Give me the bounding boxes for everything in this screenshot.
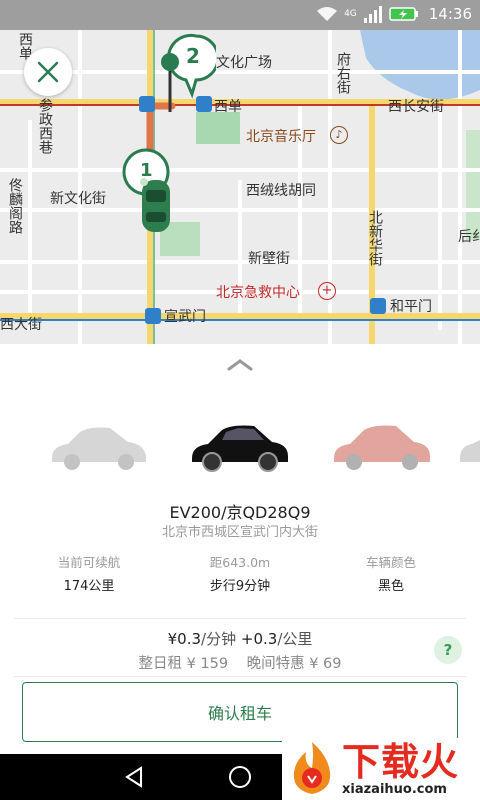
chevron-up-icon[interactable]: [226, 358, 254, 372]
stat-distance-label: 距643.0m: [209, 555, 271, 570]
nav-home-button[interactable]: [220, 762, 260, 792]
wifi-icon: [317, 7, 338, 21]
home-circle-icon: [229, 766, 251, 788]
battery-icon: [389, 7, 418, 21]
map-view[interactable]: 西单 文化广场 府右街 参政西巷 西单 西长安街 北京音乐厅 新文化街 西绒线胡…: [0, 30, 480, 344]
car-pin-icon[interactable]: [120, 142, 190, 242]
map-label-can-zheng: 参政西巷: [37, 98, 53, 154]
map-label-bei-xin-hua: 北新华街: [367, 210, 383, 266]
signal-icon: [363, 6, 382, 23]
plus-sign: +: [240, 630, 254, 648]
help-button[interactable]: ?: [434, 636, 462, 664]
watermark-text: 下载火: [342, 740, 460, 784]
car-carousel[interactable]: [0, 422, 480, 482]
map-label-xi-chang-an: 西长安街: [388, 99, 444, 115]
map-label-concert-hall: 北京音乐厅: [246, 129, 316, 145]
map-label-tong-lin-ge: 佟麟阁路: [7, 178, 23, 234]
stat-distance-value: 步行9分钟: [209, 579, 271, 594]
divider-bottom: [14, 676, 466, 677]
map-label-hou: 后纟: [458, 229, 480, 245]
nav-back-button[interactable]: [114, 762, 154, 792]
car-thumbnail-next[interactable]: [330, 422, 434, 474]
night-price: ¥ 69: [309, 656, 342, 672]
car-thumbnail-edge[interactable]: [456, 422, 480, 474]
map-label-xin-bi-jie: 新壁街: [248, 251, 290, 267]
map-label-xuan-wu-men: 宣武门: [164, 309, 206, 325]
night-label: 晚间特惠: [246, 656, 305, 672]
price-packages: 整日租 ¥ 159 晚间特惠 ¥ 69: [0, 652, 480, 673]
stat-range-value: 174公里: [63, 579, 115, 594]
map-label-xi-dan: 西单: [214, 99, 242, 115]
price-per-use: ¥0.3/分钟 +0.3/公里: [0, 628, 480, 649]
car-thumbnail-current[interactable]: [188, 422, 292, 474]
unit-km: /公里: [277, 630, 313, 648]
stat-color-label: 车辆颜色: [365, 555, 416, 570]
confirm-rent-button[interactable]: 确认租车: [22, 682, 458, 742]
car-pin-number: 1: [140, 160, 153, 181]
music-icon: ♪: [330, 126, 348, 144]
destination-pin-icon[interactable]: [152, 32, 216, 112]
map-label-culture-square: 文化广场: [216, 55, 272, 71]
network-type: 4G: [344, 9, 357, 19]
day-rent-label: 整日租: [138, 656, 183, 672]
unit-minute: /分钟: [201, 630, 237, 648]
map-label-emergency-center: 北京急救中心: [216, 285, 300, 301]
destination-pin-number: 2: [186, 44, 200, 68]
car-address: 北京市西城区宣武门内大街: [161, 525, 318, 540]
price-per-minute: ¥0.3: [167, 630, 202, 648]
close-button[interactable]: [24, 48, 72, 96]
map-label-xi-rong-xian: 西绒线胡同: [246, 183, 316, 199]
car-thumbnail-prev[interactable]: [46, 422, 150, 474]
back-triangle-icon: [125, 766, 142, 788]
map-label-xin-wen-hua: 新文化街: [50, 191, 106, 207]
watermark-url: xiazaihuo.com: [342, 782, 447, 797]
emergency-center-icon: +: [318, 282, 336, 300]
status-bar: 4G 14:36: [0, 0, 480, 30]
map-label-xi-da-jie: 西大街: [0, 317, 42, 333]
map-label-fu-you-jie: 府右街: [335, 52, 351, 94]
price-per-km: 0.3: [253, 630, 278, 648]
stat-color: 车辆颜色 黑色: [316, 552, 466, 594]
status-time: 14:36: [428, 5, 472, 23]
watermark-flame-logo: [293, 742, 331, 794]
car-detail-sheet: EV200/京QD28Q9 北京市西城区宣武门内大街 当前可续航 174公里 距…: [0, 344, 480, 754]
car-name: EV200/京QD28Q9: [169, 503, 311, 522]
stat-color-value: 黑色: [377, 579, 404, 594]
day-rent-price: ¥ 159: [186, 656, 229, 672]
map-label-he-ping-men: 和平门: [390, 299, 432, 315]
divider-top: [14, 618, 466, 619]
status-icons: 4G 14:36: [316, 5, 472, 23]
close-icon: [37, 61, 59, 83]
stat-range-label: 当前可续航: [57, 555, 121, 570]
stat-distance: 距643.0m 步行9分钟: [165, 552, 315, 594]
stat-range: 当前可续航 174公里: [14, 552, 164, 594]
watermark: 下载火 xiazaihuo.com: [282, 738, 480, 800]
